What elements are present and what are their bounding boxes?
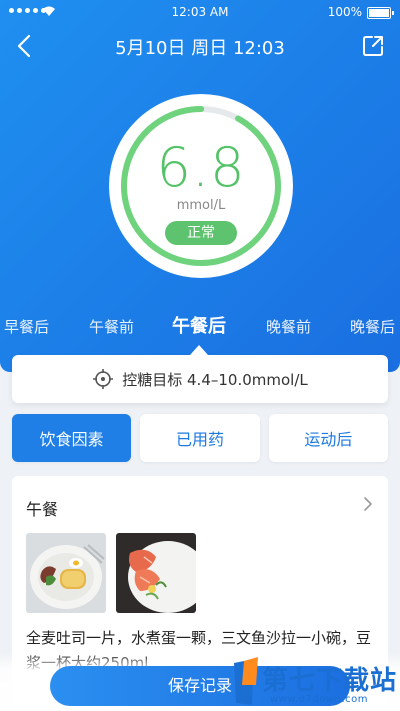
tab-after-dinner[interactable]: 晚餐后	[350, 316, 395, 337]
battery-percent: 100%	[327, 5, 362, 19]
tab-before-lunch[interactable]: 午餐前	[89, 316, 134, 337]
meal-tab-bar: 早餐后 午餐前 午餐后 晚餐前 晚餐后	[0, 310, 400, 340]
meal-photo-salmon-salad[interactable]	[116, 533, 196, 613]
tab-pointer	[190, 345, 208, 355]
tab-after-breakfast[interactable]: 早餐后	[4, 316, 49, 337]
status-bar: 12:03 AM 100%	[0, 0, 400, 26]
glucose-value: 6.8	[156, 136, 246, 199]
crosshair-icon	[93, 369, 114, 389]
page-title: 5月10日 周日 12:03	[115, 38, 285, 59]
glucose-target-card: 控糖目标 4.4–10.0mmol/L	[12, 355, 388, 403]
status-badge: 正常	[165, 221, 237, 245]
meal-title: 午餐	[26, 500, 59, 519]
battery-icon	[367, 7, 394, 19]
chevron-right-icon[interactable]	[360, 496, 376, 512]
glucose-target-text: 控糖目标 4.4–10.0mmol/L	[122, 370, 308, 389]
medication-button[interactable]: 已用药	[140, 414, 260, 462]
watermark-url: www.d7down.com	[270, 694, 369, 705]
share-icon[interactable]	[360, 33, 386, 59]
glucose-gauge: 6.8 mmol/L 正常	[105, 90, 297, 282]
tab-before-dinner[interactable]: 晚餐前	[266, 316, 311, 337]
meal-photo-toast-egg[interactable]	[26, 533, 106, 613]
tab-after-lunch[interactable]: 午餐后	[172, 312, 226, 338]
watermark-name: 第七下载站	[262, 666, 398, 696]
glucose-unit: mmol/L	[176, 198, 226, 213]
diet-factor-button[interactable]: 饮食因素	[12, 414, 132, 462]
factor-buttons: 饮食因素 已用药 运动后	[12, 414, 388, 462]
exercise-button[interactable]: 运动后	[268, 414, 388, 462]
